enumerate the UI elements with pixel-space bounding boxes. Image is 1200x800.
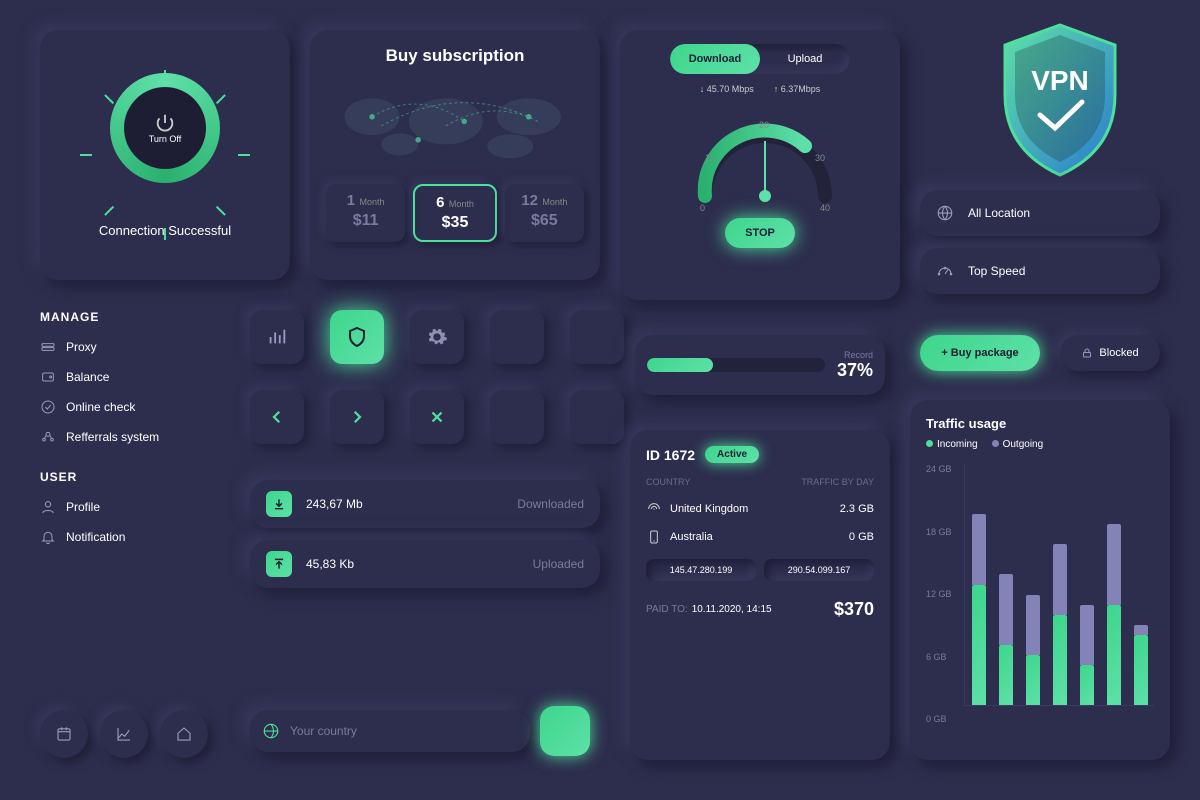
home-button[interactable] bbox=[160, 710, 208, 758]
speed-card: Download Upload ↓ 45.70 Mbps ↑ 6.37Mbps … bbox=[620, 30, 900, 300]
downloaded-value: 243,67 Mb bbox=[306, 497, 363, 511]
country-confirm-button[interactable] bbox=[540, 706, 590, 756]
sidebar-item-balance[interactable]: Balance bbox=[40, 362, 220, 392]
record-value: 37% bbox=[837, 360, 873, 381]
bars-icon bbox=[266, 326, 288, 348]
subscription-card: Buy subscription 1 Month$116 Month$3512 … bbox=[310, 30, 600, 280]
paid-amount: $370 bbox=[834, 599, 874, 620]
calendar-button[interactable] bbox=[40, 710, 88, 758]
legend-outgoing: Outgoing bbox=[992, 439, 1044, 450]
session-id: ID 1672 bbox=[646, 447, 695, 463]
sidebar-heading-user: USER bbox=[40, 470, 220, 484]
speedometer-icon bbox=[936, 262, 954, 280]
close-icon bbox=[428, 408, 446, 426]
download-icon bbox=[266, 491, 292, 517]
globe-icon bbox=[262, 722, 280, 740]
close-button[interactable] bbox=[410, 390, 464, 444]
settings-button[interactable] bbox=[410, 310, 464, 364]
vpn-shield: VPN bbox=[990, 20, 1130, 170]
status-badge: Active bbox=[705, 446, 759, 463]
svg-text:VPN: VPN bbox=[1031, 65, 1089, 96]
power-label: Turn Off bbox=[149, 134, 182, 144]
empty-button-2[interactable] bbox=[570, 310, 624, 364]
blocked-button[interactable]: Blocked bbox=[1060, 335, 1160, 371]
svg-text:40: 40 bbox=[820, 203, 830, 213]
shield-icon bbox=[345, 325, 369, 349]
power-button[interactable]: Turn Off bbox=[110, 73, 220, 183]
legend-incoming: Incoming bbox=[926, 439, 978, 450]
downloaded-row: 243,67 Mb Downloaded bbox=[250, 480, 600, 528]
ip-2[interactable]: 290.54.099.167 bbox=[764, 559, 874, 581]
svg-text:20: 20 bbox=[759, 120, 769, 130]
chevron-left-icon bbox=[268, 408, 286, 426]
location-label: All Location bbox=[968, 206, 1030, 220]
country-row: United Kingdom2.3 GB bbox=[646, 495, 874, 523]
chevron-right-icon bbox=[348, 408, 366, 426]
svg-text:10: 10 bbox=[705, 153, 715, 163]
downloaded-label: Downloaded bbox=[517, 497, 584, 511]
upload-icon bbox=[266, 551, 292, 577]
lock-icon bbox=[1081, 347, 1093, 359]
svg-text:0: 0 bbox=[700, 203, 705, 213]
power-card: Turn Off Connection Successful bbox=[40, 30, 290, 280]
sidebar-item-proxy[interactable]: Proxy bbox=[40, 332, 220, 362]
prev-button[interactable] bbox=[250, 390, 304, 444]
subscription-title: Buy subscription bbox=[326, 46, 584, 66]
chart-icon bbox=[115, 725, 133, 743]
download-speed: ↓ 45.70 Mbps bbox=[700, 84, 754, 94]
country-row: Australia0 GB bbox=[646, 523, 874, 551]
sidebar-item-online-check[interactable]: Online check bbox=[40, 392, 220, 422]
globe-icon bbox=[936, 204, 954, 222]
empty-button-1[interactable] bbox=[490, 310, 544, 364]
world-map bbox=[326, 76, 584, 176]
traffic-chart-card: Traffic usage Incoming Outgoing 24 GB18 … bbox=[910, 400, 1170, 760]
chart-button[interactable] bbox=[100, 710, 148, 758]
upload-speed: ↑ 6.37Mbps bbox=[774, 84, 821, 94]
buy-package-button[interactable]: + Buy package bbox=[920, 335, 1040, 371]
tab-download[interactable]: Download bbox=[670, 44, 760, 74]
record-progress: Record 37% bbox=[635, 335, 885, 395]
calendar-icon bbox=[55, 725, 73, 743]
uploaded-label: Uploaded bbox=[533, 557, 584, 571]
record-label: Record bbox=[837, 350, 873, 360]
plan-12[interactable]: 12 Month$65 bbox=[505, 184, 584, 242]
stop-button[interactable]: STOP bbox=[725, 218, 795, 248]
sidebar: MANAGE ProxyBalanceOnline checkRefferral… bbox=[40, 300, 220, 552]
country-placeholder: Your country bbox=[290, 724, 357, 738]
plan-6[interactable]: 6 Month$35 bbox=[413, 184, 496, 242]
plan-1[interactable]: 1 Month$11 bbox=[326, 184, 405, 242]
gear-icon bbox=[426, 326, 448, 348]
chart-title: Traffic usage bbox=[926, 416, 1154, 431]
svg-text:30: 30 bbox=[815, 153, 825, 163]
home-icon bbox=[175, 725, 193, 743]
col-country: COUNTRY bbox=[646, 477, 690, 487]
traffic-chart: 24 GB18 GB12 GB6 GB0 GB bbox=[926, 464, 1154, 724]
sidebar-heading-manage: MANAGE bbox=[40, 310, 220, 324]
top-speed-button[interactable]: Top Speed bbox=[920, 248, 1160, 294]
shield-button[interactable] bbox=[330, 310, 384, 364]
uploaded-row: 45,83 Kb Uploaded bbox=[250, 540, 600, 588]
empty-button-3[interactable] bbox=[490, 390, 544, 444]
next-button[interactable] bbox=[330, 390, 384, 444]
session-card: ID 1672 Active COUNTRY TRAFFIC BY DAY Uni… bbox=[630, 430, 890, 760]
country-selector[interactable]: Your country bbox=[250, 710, 530, 752]
tab-upload[interactable]: Upload bbox=[760, 44, 850, 74]
speed-label: Top Speed bbox=[968, 264, 1025, 278]
stats-button[interactable] bbox=[250, 310, 304, 364]
uploaded-value: 45,83 Kb bbox=[306, 557, 354, 571]
sidebar-item-profile[interactable]: Profile bbox=[40, 492, 220, 522]
all-location-button[interactable]: All Location bbox=[920, 190, 1160, 236]
speed-toggle: Download Upload bbox=[670, 44, 850, 74]
ip-1[interactable]: 145.47.280.199 bbox=[646, 559, 756, 581]
paid-date: 10.11.2020, 14:15 bbox=[692, 604, 772, 615]
sidebar-item-notification[interactable]: Notification bbox=[40, 522, 220, 552]
col-traffic: TRAFFIC BY DAY bbox=[801, 477, 874, 487]
power-icon bbox=[154, 112, 176, 134]
sidebar-item-refferrals-system[interactable]: Refferrals system bbox=[40, 422, 220, 452]
paid-label: PAID TO: bbox=[646, 604, 688, 615]
speed-gauge: 0 10 20 30 40 bbox=[685, 106, 835, 206]
blocked-label: Blocked bbox=[1099, 347, 1138, 359]
empty-button-4[interactable] bbox=[570, 390, 624, 444]
